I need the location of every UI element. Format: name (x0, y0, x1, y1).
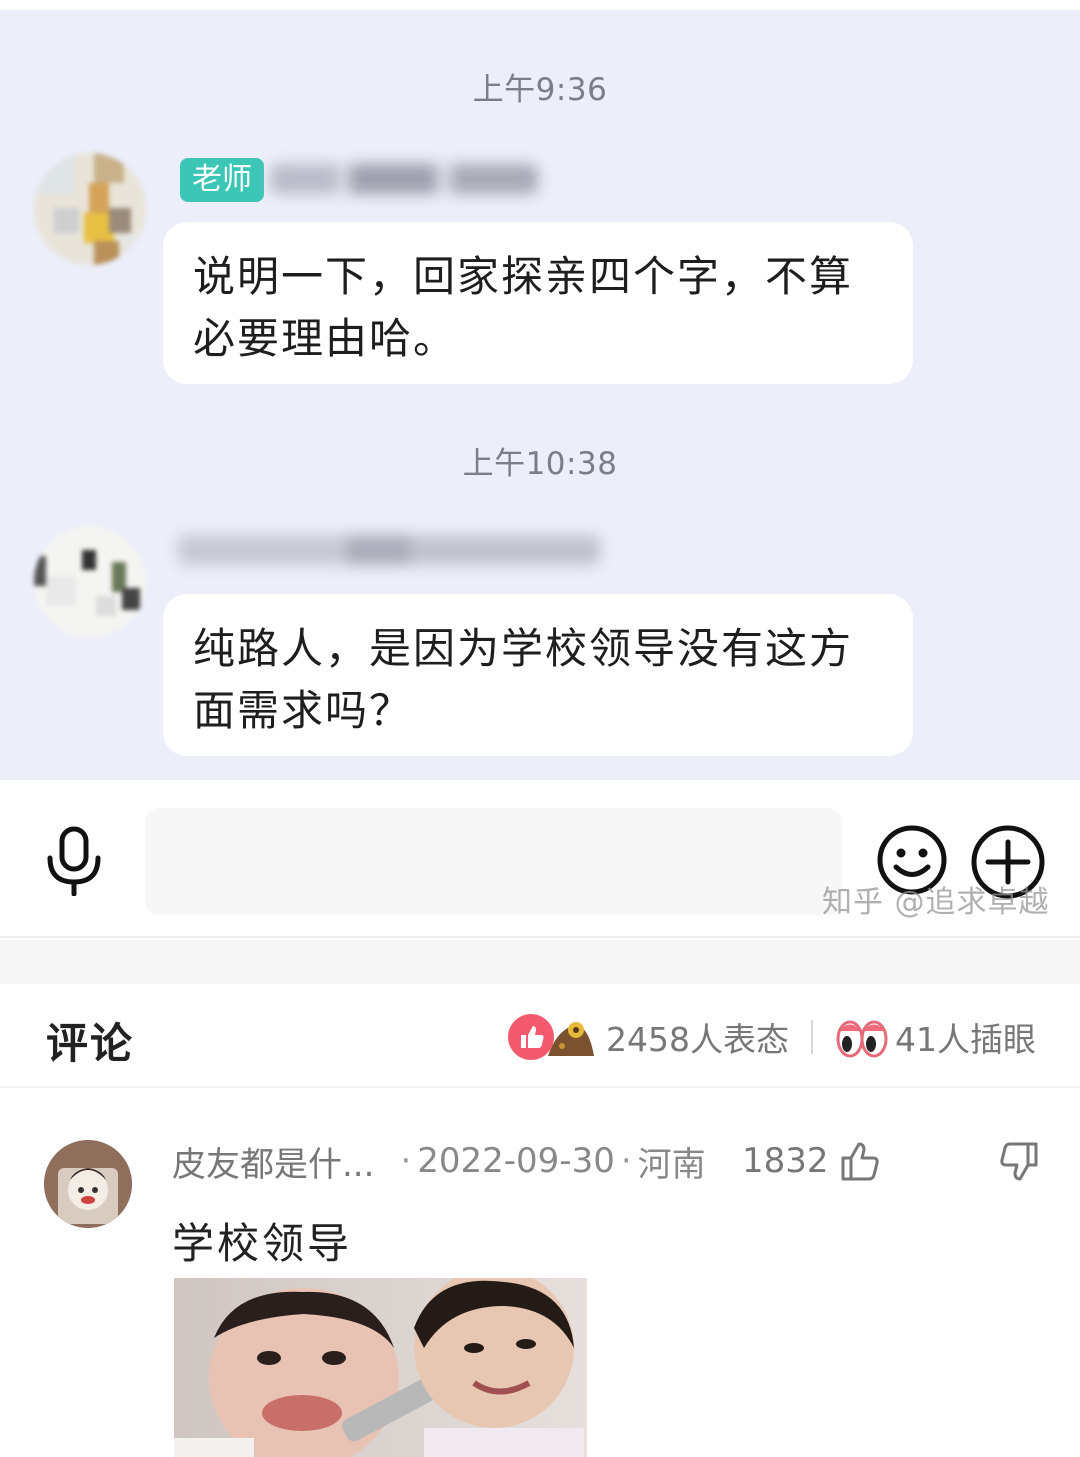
section-separator (0, 940, 1080, 984)
thumbs-up-icon (841, 1142, 879, 1181)
eyes-icon (836, 1020, 888, 1058)
commenter-avatar[interactable] (44, 1140, 132, 1228)
watermark: 知乎 @追求卓越 (822, 885, 1050, 920)
reaction-stats[interactable]: 2458人表态 41人插眼 (508, 1012, 1036, 1062)
comment-meme-image[interactable] (174, 1278, 587, 1457)
sender-avatar-blurred[interactable] (34, 153, 146, 265)
comment-like-count: 1832 (742, 1141, 829, 1181)
comment-author[interactable]: 皮友都是什... (172, 1137, 374, 1186)
comment-like-button[interactable]: 1832 (742, 1138, 883, 1184)
sender-name-blurred (178, 535, 600, 565)
comment-meta: 皮友都是什... · 2022-09-30 · 河南 (172, 1137, 706, 1186)
message-bubble[interactable]: 纯路人，是因为学校领导没有这方 面需求吗？ (163, 594, 913, 756)
message-text-line: 必要理由哈。 (193, 314, 458, 363)
microphone-icon[interactable] (42, 826, 106, 896)
chat-input-bar: 知乎 @追求卓越 (0, 782, 1080, 938)
peek-count: 41人插眼 (895, 1020, 1036, 1059)
thumbs-down-icon[interactable] (996, 1140, 1040, 1184)
comments-header: 评论 2458人表态 41人插眼 (0, 984, 1080, 1088)
comment-text: 学校领导 (172, 1219, 353, 1268)
sender-name-blurred (270, 164, 538, 194)
message-text-line: 纯路人，是因为学校领导没有这方 (193, 624, 854, 673)
comment-date: 2022-09-30 (417, 1141, 615, 1181)
message-time: 上午9:36 (472, 72, 608, 108)
message-time: 上午10:38 (462, 446, 618, 482)
sender-avatar-blurred[interactable] (34, 526, 146, 638)
message-text-line: 说明一下，回家探亲四个字，不算 (193, 252, 854, 301)
message-text-line: 面需求吗？ (193, 686, 414, 735)
message-bubble[interactable]: 说明一下，回家探亲四个字，不算 必要理由哈。 (163, 222, 913, 384)
thumbs-up-reaction-icon (508, 1014, 555, 1060)
chat-screenshot: 上午9:36 老师 说明一下，回家探亲四个字，不算 必要理由哈。 上午10:38 (0, 0, 1080, 780)
comment-location: 河南 (637, 1144, 706, 1185)
teacher-role-tag: 老师 (180, 158, 264, 202)
stats-divider (811, 1020, 813, 1054)
comments-title: 评论 (46, 1019, 135, 1068)
reactions-count: 2458人表态 (606, 1020, 789, 1059)
message-input[interactable] (145, 808, 842, 915)
